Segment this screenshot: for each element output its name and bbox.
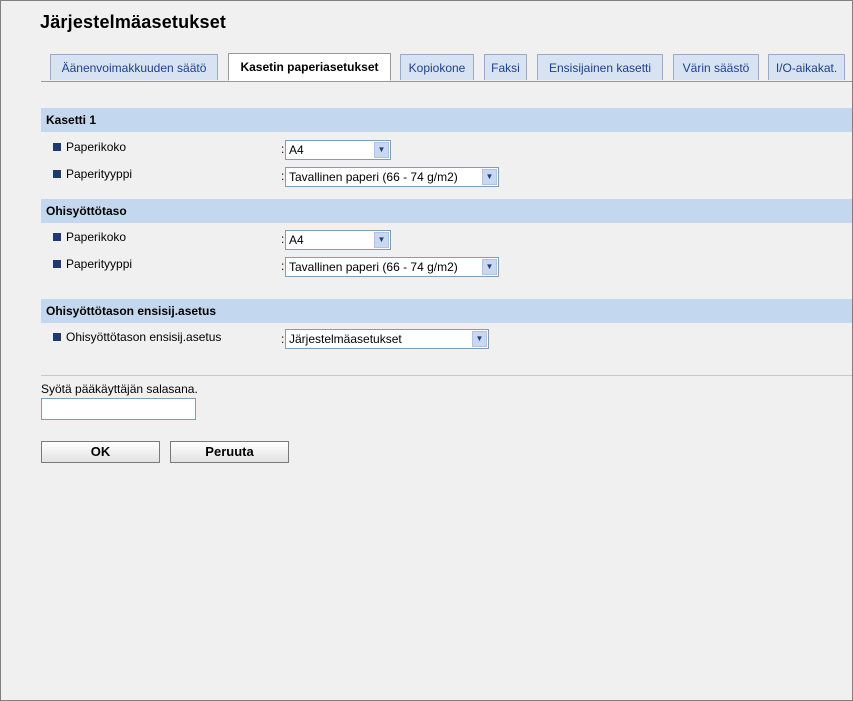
tab-tray-paper[interactable]: Kasetin paperiasetukset (228, 53, 391, 81)
chevron-down-icon[interactable]: ▼ (482, 169, 497, 185)
paper-type-select-tray1[interactable]: Tavallinen paperi (66 - 74 g/m2) ▼ (285, 167, 499, 187)
paper-size-label-bypass: Paperikoko (53, 230, 126, 244)
tab-priority-tray[interactable]: Ensisijainen kasetti (537, 54, 663, 80)
section-header-bypass: Ohisyöttötaso (41, 199, 852, 223)
tab-fax[interactable]: Faksi (484, 54, 527, 80)
paper-size-text: Paperikoko (66, 140, 127, 154)
paper-type-text: Paperityyppi (66, 167, 133, 181)
paper-size-label-tray1: Paperikoko (53, 140, 126, 154)
settings-window: Järjestelmäasetukset Äänenvoimakkuuden s… (0, 0, 853, 701)
section-header-bypass-priority: Ohisyöttötason ensisij.asetus (41, 299, 852, 323)
bypass-priority-label: Ohisyöttötason ensisij.asetus (53, 330, 221, 344)
paper-type-label-tray1: Paperityyppi (53, 167, 132, 181)
select-value: Järjestelmäasetukset (289, 332, 402, 346)
bypass-priority-select[interactable]: Järjestelmäasetukset ▼ (285, 329, 489, 349)
tab-color-saving[interactable]: Värin säästö (673, 54, 759, 80)
paper-size-text: Paperikoko (66, 230, 127, 244)
page-title: Järjestelmäasetukset (40, 12, 227, 32)
cancel-button[interactable]: Peruuta (170, 441, 289, 463)
bullet-icon (53, 143, 61, 151)
colon: : (281, 169, 285, 183)
bullet-icon (53, 233, 61, 241)
select-value: Tavallinen paperi (66 - 74 g/m2) (289, 260, 458, 274)
paper-type-select-bypass[interactable]: Tavallinen paperi (66 - 74 g/m2) ▼ (285, 257, 499, 277)
bullet-icon (53, 170, 61, 178)
select-value: A4 (289, 143, 304, 157)
colon: : (281, 259, 285, 273)
section-header-tray1: Kasetti 1 (41, 108, 852, 132)
chevron-down-icon[interactable]: ▼ (472, 331, 487, 347)
paper-size-select-tray1[interactable]: A4 ▼ (285, 140, 391, 160)
password-label: Syötä pääkäyttäjän salasana. (41, 382, 198, 396)
colon: : (281, 232, 285, 246)
tab-io-timeout[interactable]: I/O-aikakat. (768, 54, 845, 80)
colon: : (281, 332, 285, 346)
paper-type-text: Paperityyppi (66, 257, 133, 271)
bullet-icon (53, 333, 61, 341)
select-value: Tavallinen paperi (66 - 74 g/m2) (289, 170, 458, 184)
chevron-down-icon[interactable]: ▼ (482, 259, 497, 275)
divider (41, 375, 852, 376)
chevron-down-icon[interactable]: ▼ (374, 232, 389, 248)
paper-size-select-bypass[interactable]: A4 ▼ (285, 230, 391, 250)
chevron-down-icon[interactable]: ▼ (374, 142, 389, 158)
bullet-icon (53, 260, 61, 268)
select-value: A4 (289, 233, 304, 247)
tab-copier[interactable]: Kopiokone (400, 54, 474, 80)
bypass-priority-text: Ohisyöttötason ensisij.asetus (66, 330, 222, 344)
tab-bar: Äänenvoimakkuuden säätö Kasetin paperias… (41, 53, 852, 82)
ok-button[interactable]: OK (41, 441, 160, 463)
tab-volume[interactable]: Äänenvoimakkuuden säätö (50, 54, 218, 80)
password-field[interactable] (41, 398, 196, 420)
paper-type-label-bypass: Paperityyppi (53, 257, 132, 271)
colon: : (281, 142, 285, 156)
